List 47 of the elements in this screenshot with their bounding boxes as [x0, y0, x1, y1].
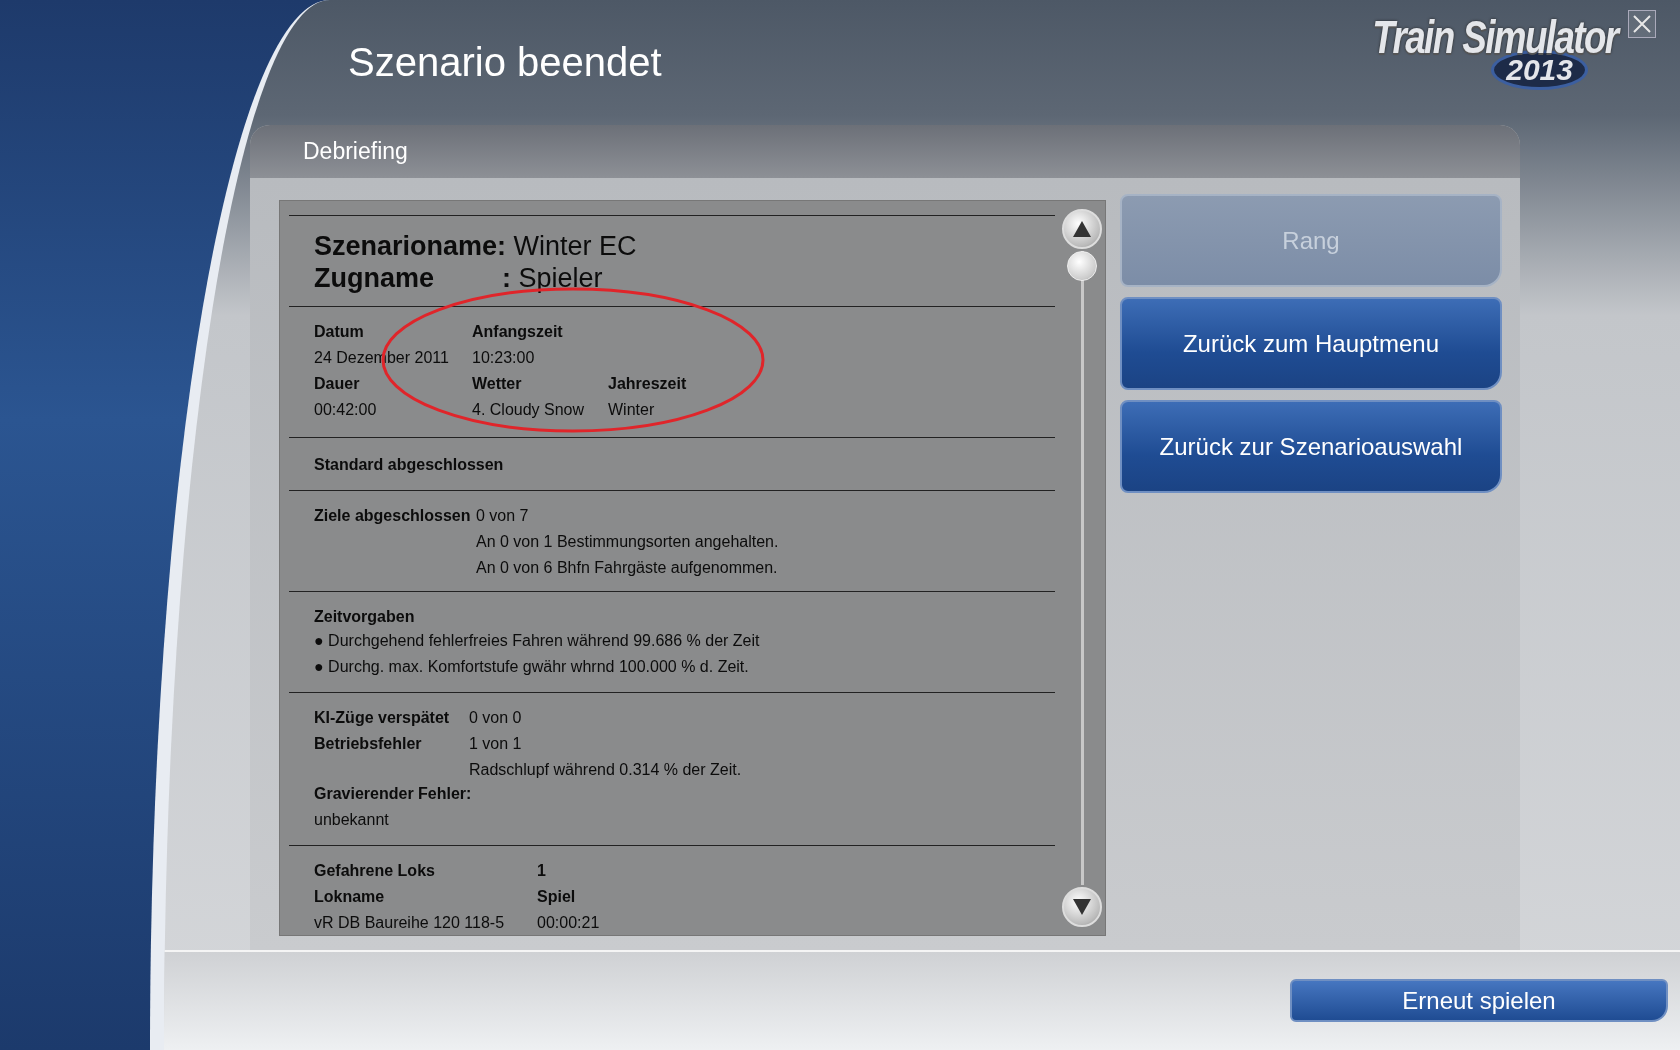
- replay-button[interactable]: Erneut spielen: [1290, 979, 1668, 1022]
- scenario-label: Szenarioname:: [314, 230, 507, 262]
- time-target-item: ● Durchg. max. Komfortstufe gwähr whrnd 100.000 % d. Zeit.: [314, 657, 750, 677]
- table-cell-text: 00:00:21: [537, 913, 601, 933]
- time-targets-title: Zeitvorgaben: [314, 608, 415, 625]
- scenario-value: Winter EC: [512, 230, 637, 262]
- time-target-item: ● Durchgehend fehlerfreies Fahren während 99.686 % der Zeit: [314, 631, 761, 651]
- info-label: Wetter: [472, 374, 523, 394]
- info-label: Jahreszeit: [608, 374, 688, 394]
- info-label: Anfangszeit: [472, 322, 564, 342]
- scroll-down-button[interactable]: [1062, 887, 1102, 927]
- scroll-thumb[interactable]: [1067, 251, 1097, 281]
- panel-title: Debriefing: [250, 125, 1520, 178]
- goals-value: 0 von 7: [476, 506, 530, 526]
- error-value: 1 von 1: [469, 734, 523, 754]
- standard-status: Standard abgeschlossen: [314, 456, 504, 473]
- down-triangle-icon: [1072, 898, 1092, 916]
- goal-detail: An 0 von 1 Bestimmungsorten angehalten.: [476, 532, 780, 552]
- serious-error-label: Gravierender Fehler:: [314, 785, 472, 802]
- window-title: Szenario beendet: [348, 40, 663, 85]
- info-value: 00:42:00: [314, 400, 378, 420]
- train-separator: :: [502, 262, 511, 294]
- train-value: Spieler: [517, 262, 603, 294]
- menu-button[interactable]: Zurück zum Hauptmenu: [1120, 297, 1502, 390]
- train-label: Zugname: [314, 262, 435, 294]
- menu-button[interactable]: Zurück zur Szenarioauswahl: [1120, 400, 1502, 493]
- error-value: 0 von 0: [469, 708, 523, 728]
- info-label: Datum: [314, 322, 365, 342]
- error-detail: Radschlupf während 0.314 % der Zeit.: [469, 760, 743, 780]
- info-label: Dauer: [314, 374, 361, 394]
- serious-error-value: unbekannt: [314, 811, 389, 828]
- goals-label: Ziele abgeschlossen: [314, 506, 472, 526]
- up-triangle-icon: [1072, 220, 1092, 238]
- info-value: Winter: [608, 400, 656, 420]
- error-label: KI-Züge verspätet: [314, 708, 451, 728]
- close-button[interactable]: [1628, 10, 1656, 38]
- close-icon: [1631, 13, 1653, 35]
- info-value: 10:23:00: [472, 348, 536, 368]
- column-header: Lokname: [314, 887, 386, 907]
- column-header: Spiel: [537, 887, 577, 907]
- locos-value: 1: [537, 861, 547, 881]
- error-label: Betriebsfehler: [314, 734, 423, 754]
- locos-label: Gefahrene Loks: [314, 861, 436, 881]
- info-value: 4. Cloudy Snow: [472, 400, 586, 420]
- goal-detail: An 0 von 6 Bhfn Fahrgäste aufgenommen.: [476, 558, 779, 578]
- scroll-up-button[interactable]: [1062, 209, 1102, 249]
- table-cell-text: vR DB Baureihe 120 118-5: [314, 913, 506, 933]
